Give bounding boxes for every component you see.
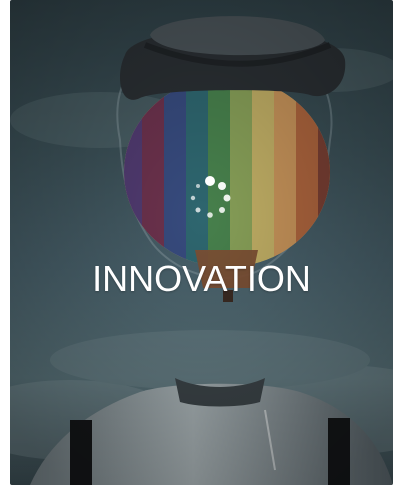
vignette-overlay <box>10 0 393 485</box>
brand-title: INNOVATION <box>92 258 311 299</box>
loading-spinner-icon <box>190 176 231 218</box>
background-illustration <box>10 0 393 485</box>
splash-screen: INNOVATION <box>10 0 393 485</box>
